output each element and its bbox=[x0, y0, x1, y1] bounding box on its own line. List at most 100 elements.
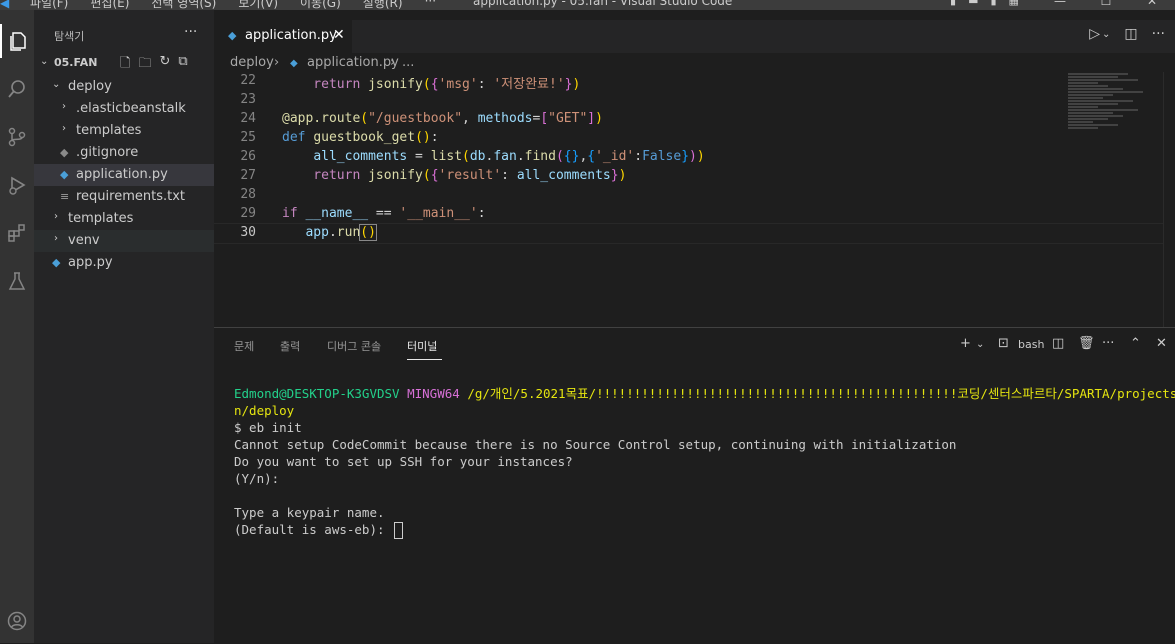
source-control-icon[interactable] bbox=[0, 120, 34, 154]
menu-run[interactable]: 실행(R) bbox=[363, 0, 403, 10]
code-line: 27 return jsonify({'result': all_comment… bbox=[214, 167, 1175, 186]
menu-file[interactable]: 파일(F) bbox=[30, 0, 68, 10]
tree-item-gitignore[interactable]: ◆ .gitignore bbox=[34, 142, 214, 164]
maximize-button[interactable]: ☐ bbox=[1083, 0, 1129, 8]
split-editor-icon[interactable]: ◫ bbox=[1124, 26, 1137, 42]
tree-item-label: application.py bbox=[76, 167, 168, 182]
terminal-cursor bbox=[394, 522, 404, 539]
line-number: 27 bbox=[240, 168, 256, 183]
collapse-all-icon[interactable]: ⧉ bbox=[178, 54, 187, 76]
tab-label: application.py bbox=[245, 28, 337, 43]
tree-item-templates[interactable]: › templates bbox=[34, 208, 214, 230]
close-window-button[interactable]: ✕ bbox=[1129, 0, 1175, 8]
code-line: 22 return jsonify({'msg': '저장완료!'}) bbox=[214, 72, 1175, 92]
tree-item-elasticbeanstalk[interactable]: › .elasticbeanstalk bbox=[34, 98, 214, 120]
tree-item-deploy[interactable]: ⌄ deploy bbox=[34, 76, 214, 98]
tab-application-py[interactable]: ◆ application.py ✕ bbox=[214, 20, 352, 53]
menu-view[interactable]: 보기(V) bbox=[238, 0, 278, 10]
line-code: def guestbook_get(): bbox=[282, 130, 439, 145]
toggle-secondary-icon[interactable]: ▮ bbox=[990, 0, 996, 7]
line-number: 25 bbox=[240, 130, 256, 145]
line-code: @app.route("/guestbook", methods=["GET"]… bbox=[282, 111, 603, 126]
code-line: 24 @app.route("/guestbook", methods=["GE… bbox=[214, 110, 1175, 129]
breadcrumb-symbol[interactable]: ... bbox=[402, 55, 414, 70]
more-actions-icon[interactable]: ··· bbox=[1102, 336, 1114, 351]
tree-item-label: .gitignore bbox=[76, 145, 139, 160]
run-python-file-icon[interactable]: ▷ bbox=[1089, 26, 1100, 42]
prompt-path: /g/개인/5.2021목표/!!!!!!!!!!!!!!!!!!!!!!!!!… bbox=[467, 386, 1175, 401]
line-code: if __name__ == '__main__': bbox=[282, 206, 486, 221]
new-terminal-icon[interactable]: + bbox=[960, 336, 971, 351]
trash-icon[interactable]: 🗑 bbox=[1078, 336, 1095, 351]
terminal-prompt-line: Edmond@DESKTOP-K3GVDSV MINGW64 /g/개인/5.2… bbox=[234, 385, 1175, 402]
code-line: 23 bbox=[214, 91, 1175, 110]
tab-terminal[interactable]: 터미널 bbox=[407, 338, 437, 354]
breadcrumb-file[interactable]: application.py bbox=[307, 55, 399, 70]
workspace-folder-header[interactable]: ⌄ 05.FAN 🗋 🗀 ↻ ⧉ bbox=[34, 53, 214, 75]
breadcrumb-deploy[interactable]: deploy bbox=[230, 55, 274, 70]
editor-actions: ▷ ⌄ ◫ ··· bbox=[1089, 26, 1165, 42]
chevron-right-icon: › bbox=[54, 211, 58, 222]
menu-go[interactable]: 이동(G) bbox=[300, 0, 341, 10]
line-number: 23 bbox=[240, 92, 256, 107]
tree-item-requirements[interactable]: ≡ requirements.txt bbox=[34, 186, 214, 208]
tree-item-application-py[interactable]: ◆ application.py bbox=[34, 164, 214, 186]
prompt-path-cont: n/deploy bbox=[234, 403, 295, 418]
minimap[interactable] bbox=[1068, 72, 1163, 152]
line-code: app.run() bbox=[305, 224, 377, 241]
tree-item-venv[interactable]: › venv bbox=[34, 230, 214, 252]
tree-item-label: .elasticbeanstalk bbox=[76, 101, 186, 116]
tree-item-label: deploy bbox=[68, 79, 112, 94]
account-icon[interactable] bbox=[0, 604, 34, 638]
window-buttons: — ☐ ✕ bbox=[1037, 0, 1175, 8]
tab-debug-console[interactable]: 디버그 콘솔 bbox=[327, 338, 381, 354]
menu-more[interactable]: ··· bbox=[425, 0, 436, 10]
python-file-icon: ◆ bbox=[228, 29, 237, 42]
python-file-icon: ◆ bbox=[52, 256, 61, 269]
line-number: 26 bbox=[240, 149, 256, 164]
tree-item-app-py[interactable]: ◆ app.py bbox=[34, 252, 214, 274]
chevron-down-icon: ⌄ bbox=[40, 56, 49, 67]
explorer-actions: 🗋 🗀 ↻ ⧉ bbox=[120, 54, 188, 76]
run-dropdown-icon[interactable]: ⌄ bbox=[1102, 29, 1110, 42]
explorer-icon[interactable] bbox=[0, 24, 34, 58]
testing-flask-icon[interactable] bbox=[0, 264, 34, 298]
menu-selection[interactable]: 선택 영역(S) bbox=[151, 0, 216, 10]
line-code: return jsonify({'msg': '저장완료!'}) bbox=[282, 77, 581, 92]
search-icon[interactable] bbox=[0, 72, 34, 106]
python-file-icon: ◆ bbox=[60, 168, 69, 181]
close-icon[interactable]: ✕ bbox=[333, 27, 345, 43]
toggle-panel-icon[interactable]: ▬ bbox=[968, 0, 978, 7]
terminal-shell-name[interactable]: bash bbox=[1018, 338, 1044, 351]
new-file-icon[interactable]: 🗋 bbox=[120, 54, 130, 76]
minimize-button[interactable]: — bbox=[1037, 0, 1083, 8]
maximize-panel-icon[interactable]: ⌃ bbox=[1130, 336, 1141, 351]
code-line: 29 if __name__ == '__main__': bbox=[214, 205, 1175, 224]
chevron-right-icon: › bbox=[54, 233, 58, 244]
tab-output[interactable]: 출력 bbox=[280, 338, 300, 354]
explorer-more-button[interactable]: ··· bbox=[184, 24, 197, 40]
editor-scrollbar[interactable] bbox=[1163, 72, 1175, 327]
terminal-line: Type a keypair name. bbox=[234, 505, 385, 520]
menu-edit[interactable]: 편집(E) bbox=[90, 0, 129, 10]
customize-layout-icon[interactable]: ▦ bbox=[1009, 0, 1019, 7]
more-actions-icon[interactable]: ··· bbox=[1152, 26, 1165, 42]
close-panel-icon[interactable]: ✕ bbox=[1156, 336, 1167, 351]
terminal-input-line[interactable]: (Default is aws-eb): bbox=[234, 521, 1169, 539]
code-line: 25 def guestbook_get(): bbox=[214, 129, 1175, 148]
tree-item-label: templates bbox=[76, 123, 142, 138]
text-file-icon: ≡ bbox=[60, 190, 70, 203]
terminal-output[interactable]: Edmond@DESKTOP-K3GVDSV MINGW64 /g/개인/5.2… bbox=[234, 385, 1175, 539]
refresh-icon[interactable]: ↻ bbox=[159, 54, 170, 76]
toggle-sidebar-icon[interactable]: ▮ bbox=[950, 0, 956, 7]
split-terminal-icon[interactable]: ◫ bbox=[1052, 336, 1064, 351]
tree-item-templates-deploy[interactable]: › templates bbox=[34, 120, 214, 142]
code-editor[interactable]: 22 return jsonify({'msg': '저장완료!'}) 23 2… bbox=[214, 72, 1175, 327]
tab-problems[interactable]: 문제 bbox=[234, 338, 254, 354]
chevron-down-icon[interactable]: ⌄ bbox=[976, 339, 984, 350]
extensions-icon[interactable] bbox=[0, 216, 34, 250]
new-folder-icon[interactable]: 🗀 bbox=[138, 54, 151, 76]
run-debug-icon[interactable] bbox=[0, 168, 34, 202]
prompt-env: MINGW64 bbox=[407, 386, 460, 401]
